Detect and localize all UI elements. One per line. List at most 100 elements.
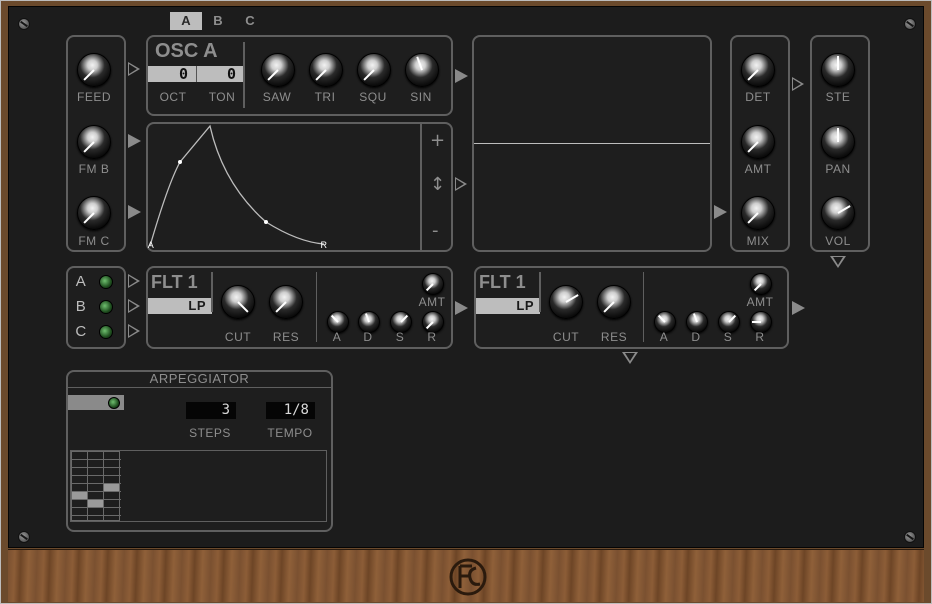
fm-c-arrow-icon [128, 205, 141, 219]
mix-label: MIX [746, 234, 770, 248]
filter1-amt-knob[interactable] [422, 273, 444, 295]
feed-label: FEED [76, 90, 111, 104]
oct-display[interactable]: 0 [152, 66, 194, 82]
env-release-label: R [320, 240, 328, 250]
sin-label: SIN [410, 90, 432, 104]
saw-knob[interactable] [261, 53, 295, 87]
ton-display[interactable]: 0 [198, 66, 242, 82]
ste-knob[interactable] [821, 53, 855, 87]
route-b-led[interactable] [99, 300, 113, 314]
arp-title: ARPEGGIATOR [149, 371, 250, 386]
feed-knob[interactable] [77, 53, 111, 87]
arp-enable-led[interactable] [108, 397, 120, 409]
ste-label: STE [825, 90, 851, 104]
arp-steps-label: STEPS [189, 426, 231, 440]
arp-steps-display[interactable]: 3 [186, 402, 236, 419]
filter2-r-label: R [755, 330, 765, 344]
filter1-a-label: A [332, 330, 342, 344]
filter2-d-label: D [691, 330, 701, 344]
envelope-graph[interactable] [148, 124, 420, 250]
filter2-down-arrow-icon [622, 352, 638, 364]
filter2-mode[interactable]: LP [478, 298, 534, 313]
arp-title-underline [68, 387, 331, 388]
brand-logo-icon [449, 558, 487, 596]
route-c-led[interactable] [99, 325, 113, 339]
filter1-out-arrow-icon [455, 301, 468, 315]
det-knob[interactable] [741, 53, 775, 87]
env-attack-label: A [147, 240, 155, 250]
env-zoom-in-button[interactable]: + [430, 130, 445, 151]
filter1-res-knob[interactable] [269, 285, 303, 319]
filter2-title: FLT 1 [479, 272, 526, 292]
route-a-arrow-icon [128, 274, 140, 288]
arp-tempo-label: TEMPO [267, 426, 313, 440]
squ-knob[interactable] [357, 53, 391, 87]
route-b-arrow-icon [128, 299, 140, 313]
filter2-amt-label: AMT [746, 295, 774, 309]
vol-label: VOL [825, 234, 851, 248]
fm-c-label: FM C [78, 234, 110, 248]
env-zoom-out-button[interactable]: - [432, 220, 439, 241]
filter1-d-label: D [363, 330, 373, 344]
tri-label: TRI [314, 90, 336, 104]
filter1-title: FLT 1 [151, 272, 198, 292]
filter1-amt-label: AMT [418, 295, 446, 309]
osc-title: OSC A [155, 40, 218, 62]
filter2-res-knob[interactable] [597, 285, 631, 319]
tri-knob[interactable] [309, 53, 343, 87]
filter1-r-label: R [427, 330, 437, 344]
fm-b-knob[interactable] [77, 125, 111, 159]
filter1-divider-2 [316, 272, 317, 342]
filter2-s-label: S [723, 330, 733, 344]
screw-icon [904, 18, 916, 30]
fm-b-label: FM B [78, 162, 110, 176]
filter1-cut-label: CUT [224, 330, 252, 344]
ton-label: TON [208, 90, 236, 104]
env-fit-button[interactable]: ↕ [430, 174, 445, 195]
oct-label: OCT [159, 90, 187, 104]
envelope-divider [420, 124, 422, 250]
filter2-amt-knob[interactable] [750, 273, 772, 295]
filter2-out-arrow-icon [792, 301, 805, 315]
filter2-res-label: RES [600, 330, 628, 344]
filter1-res-label: RES [272, 330, 300, 344]
tab-osc-c[interactable]: C [234, 12, 266, 30]
filter1-divider [211, 272, 213, 312]
route-c-label: C [75, 323, 87, 340]
amt-label: AMT [744, 162, 772, 176]
sin-knob[interactable] [405, 53, 439, 87]
filter2-divider [539, 272, 541, 312]
scope-center-line [474, 143, 710, 144]
wood-footer [8, 549, 924, 602]
screw-icon [904, 531, 916, 543]
tab-osc-b[interactable]: B [202, 12, 234, 30]
arp-step-cell [104, 484, 119, 491]
pan-knob[interactable] [821, 125, 855, 159]
arp-step-cell [72, 492, 87, 499]
saw-label: SAW [262, 90, 292, 104]
filter1-mode[interactable]: LP [150, 298, 206, 313]
env-out-arrow-icon [455, 177, 467, 191]
fm-c-knob[interactable] [77, 196, 111, 230]
mix-knob[interactable] [741, 196, 775, 230]
tab-osc-a[interactable]: A [170, 12, 202, 30]
filter2-a-label: A [659, 330, 669, 344]
scope-out-arrow-icon [714, 205, 727, 219]
filter1-cut-knob[interactable] [221, 285, 255, 319]
amt-knob[interactable] [741, 125, 775, 159]
squ-label: SQU [359, 90, 387, 104]
pan-label: PAN [825, 162, 851, 176]
envelope-point [264, 220, 268, 224]
arp-tempo-display[interactable]: 1/8 [266, 402, 315, 419]
route-a-led[interactable] [99, 275, 113, 289]
vol-knob[interactable] [821, 196, 855, 230]
screw-icon [18, 18, 30, 30]
filter2-cut-knob[interactable] [549, 285, 583, 319]
osc-divider [196, 66, 197, 82]
filter1-s-label: S [395, 330, 405, 344]
arp-step-cell [88, 500, 103, 507]
arp-step-grid[interactable] [71, 451, 121, 521]
filter2-cut-label: CUT [552, 330, 580, 344]
mixer-out-arrow-icon [792, 77, 804, 91]
feed-out-arrow-icon [128, 62, 140, 76]
